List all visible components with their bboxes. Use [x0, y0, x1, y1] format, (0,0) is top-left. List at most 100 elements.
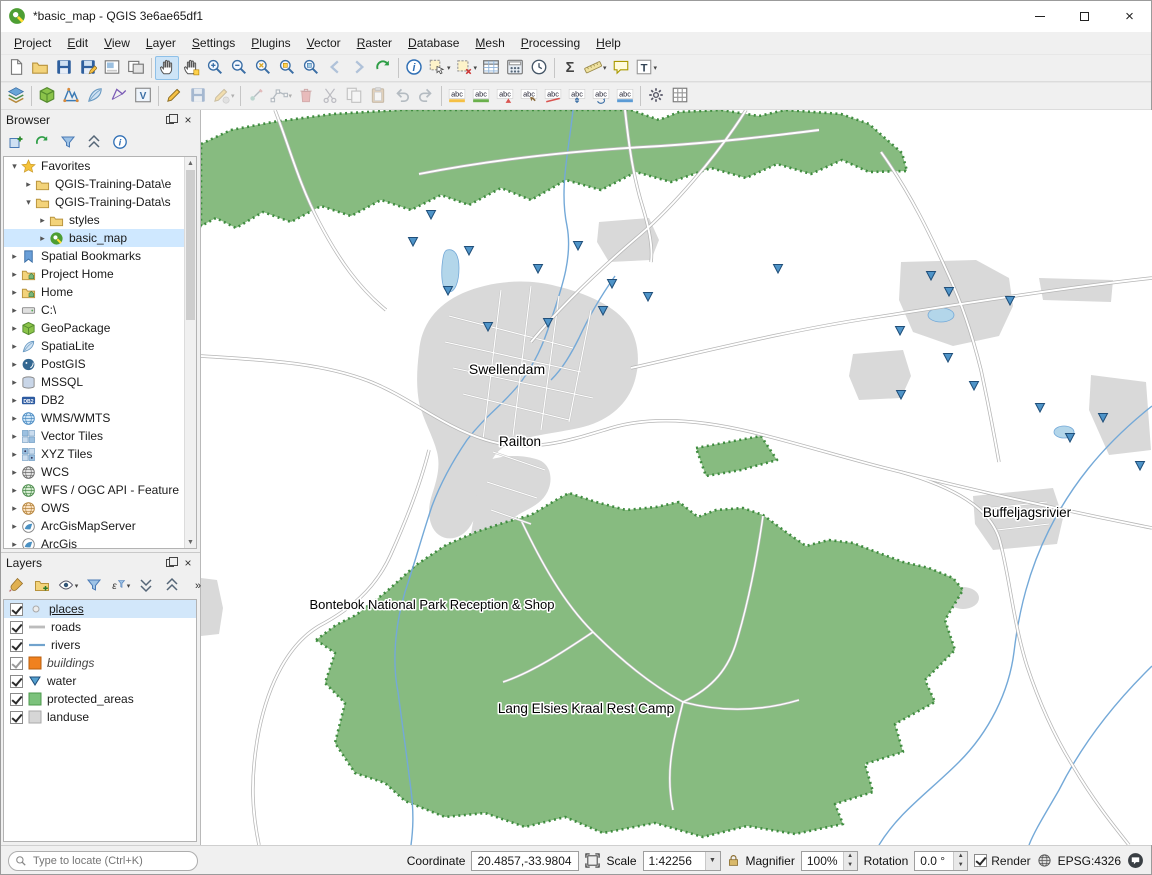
new-spatialite-layer-button[interactable]: [83, 84, 107, 108]
move-label-button[interactable]: abc: [565, 84, 589, 108]
expander-icon[interactable]: ▸: [8, 539, 21, 549]
new-geopackage-layer-button[interactable]: [35, 84, 59, 108]
spin-down-icon[interactable]: ▼: [844, 861, 857, 870]
coordinate-input[interactable]: 20.4857,-33.9804: [471, 851, 579, 871]
deselect-features-button[interactable]: ▾: [453, 56, 480, 80]
expander-icon[interactable]: ▸: [8, 269, 21, 280]
map-svg[interactable]: SwellendamRailtonBontebok National Park …: [201, 110, 1152, 845]
browser-item-xyz-tiles[interactable]: ▸XYZ Tiles: [4, 445, 184, 463]
scrollbar-thumb[interactable]: [186, 170, 195, 320]
scroll-up-icon[interactable]: ▲: [185, 157, 196, 169]
browser-item-home[interactable]: ▸Home: [4, 283, 184, 301]
expander-icon[interactable]: ▸: [22, 179, 35, 190]
expander-icon[interactable]: ▸: [8, 323, 21, 334]
browser-item-basic-map[interactable]: ▸basic_map: [4, 229, 184, 247]
new-print-layout-button[interactable]: [100, 56, 124, 80]
layer-visibility-checkbox[interactable]: [10, 639, 23, 652]
expander-icon[interactable]: ▸: [36, 233, 49, 244]
zoom-to-selection-button[interactable]: [275, 56, 299, 80]
menu-database[interactable]: Database: [400, 34, 467, 52]
menu-settings[interactable]: Settings: [184, 34, 243, 52]
browser-item-ows[interactable]: ▸OWS: [4, 499, 184, 517]
menu-plugins[interactable]: Plugins: [243, 34, 298, 52]
menu-processing[interactable]: Processing: [513, 34, 588, 52]
layers-close-button[interactable]: ×: [182, 557, 194, 569]
expander-icon[interactable]: ▾: [8, 161, 21, 172]
maximize-button[interactable]: [1062, 0, 1107, 32]
expander-icon[interactable]: ▸: [8, 359, 21, 370]
layer-item-landuse[interactable]: landuse: [4, 708, 196, 726]
zoom-to-layer-button[interactable]: [299, 56, 323, 80]
spin-up-icon[interactable]: ▲: [844, 852, 857, 861]
layer-item-rivers[interactable]: rivers: [4, 636, 196, 654]
refresh-browser-button[interactable]: [30, 131, 54, 155]
new-shapefile-layer-button[interactable]: [59, 84, 83, 108]
menu-view[interactable]: View: [96, 34, 138, 52]
pan-map-button[interactable]: [155, 56, 179, 80]
expander-icon[interactable]: ▸: [8, 503, 21, 514]
dropdown-arrow-icon[interactable]: ▾: [474, 64, 478, 72]
minimize-button[interactable]: [1017, 0, 1062, 32]
processing-toolbox-button[interactable]: [644, 84, 668, 108]
select-features-button[interactable]: ▾: [426, 56, 453, 80]
layers-float-button[interactable]: [164, 557, 176, 569]
browser-item-wfs-ogc-api-feature[interactable]: ▸WFS / OGC API - Feature: [4, 481, 184, 499]
collapse-all-button[interactable]: [82, 131, 106, 155]
chevron-down-icon[interactable]: ▼: [705, 852, 720, 870]
dropdown-arrow-icon[interactable]: ▾: [231, 92, 235, 100]
rotation-spinbox[interactable]: 0.0 ° ▲▼: [914, 851, 968, 871]
pin-unpin-labels-button[interactable]: abc: [517, 84, 541, 108]
open-data-source-manager-button[interactable]: [4, 84, 28, 108]
save-project-as-button[interactable]: [76, 56, 100, 80]
change-label-properties-button[interactable]: abc: [613, 84, 637, 108]
expander-icon[interactable]: ▸: [8, 287, 21, 298]
dropdown-arrow-icon[interactable]: ▾: [75, 582, 79, 590]
browser-item-geopackage[interactable]: ▸GeoPackage: [4, 319, 184, 337]
text-annotation-button[interactable]: T▾: [633, 56, 660, 80]
pan-to-selection-button[interactable]: [179, 56, 203, 80]
layer-visibility-checkbox[interactable]: [10, 603, 23, 616]
rotate-label-button[interactable]: abc: [589, 84, 613, 108]
highlight-pinned-labels-button[interactable]: abc: [493, 84, 517, 108]
statistical-summary-button[interactable]: Σ: [558, 56, 582, 80]
add-group-button[interactable]: [30, 574, 54, 598]
menu-layer[interactable]: Layer: [138, 34, 184, 52]
expander-icon[interactable]: ▸: [8, 467, 21, 478]
layer-labeling-options-button[interactable]: abc: [445, 84, 469, 108]
save-project-button[interactable]: [52, 56, 76, 80]
measure-line-button[interactable]: ▾: [582, 56, 609, 80]
browser-item-arcgis[interactable]: ▸ArcGis: [4, 535, 184, 548]
locate-input[interactable]: [31, 854, 181, 868]
browser-item-vector-tiles[interactable]: ▸Vector Tiles: [4, 427, 184, 445]
scroll-down-icon[interactable]: ▼: [185, 536, 196, 548]
open-project-button[interactable]: [28, 56, 52, 80]
layer-visibility-checkbox[interactable]: [10, 621, 23, 634]
browser-item-db2[interactable]: ▸DB2DB2: [4, 391, 184, 409]
expander-icon[interactable]: ▸: [8, 341, 21, 352]
browser-item-wcs[interactable]: ▸WCS: [4, 463, 184, 481]
close-button[interactable]: ×: [1107, 0, 1152, 32]
spin-up-icon[interactable]: ▲: [954, 852, 967, 861]
messages-icon[interactable]: [1127, 852, 1144, 869]
extents-toggle-icon[interactable]: [585, 853, 600, 868]
expander-icon[interactable]: ▸: [8, 449, 21, 460]
expand-all-button[interactable]: [134, 574, 158, 598]
render-check-icon[interactable]: [974, 854, 987, 867]
browser-item-qgis-training-data-s[interactable]: ▾QGIS-Training-Data\s: [4, 193, 184, 211]
menu-edit[interactable]: Edit: [59, 34, 96, 52]
menu-mesh[interactable]: Mesh: [467, 34, 512, 52]
locate-bar[interactable]: [8, 851, 198, 871]
add-selected-layers-button[interactable]: [4, 131, 28, 155]
dropdown-arrow-icon[interactable]: ▾: [603, 64, 607, 72]
filter-browser-button[interactable]: [56, 131, 80, 155]
expander-icon[interactable]: ▸: [8, 377, 21, 388]
layer-item-places[interactable]: places: [4, 600, 196, 618]
expander-icon[interactable]: ▸: [8, 413, 21, 424]
dropdown-arrow-icon[interactable]: ▾: [447, 64, 451, 72]
new-project-button[interactable]: [4, 56, 28, 80]
menu-help[interactable]: Help: [588, 34, 629, 52]
expander-icon[interactable]: ▸: [8, 521, 21, 532]
magnifier-spinbox[interactable]: 100% ▲▼: [801, 851, 858, 871]
zoom-in-button[interactable]: [203, 56, 227, 80]
temporal-controller-button[interactable]: [527, 56, 551, 80]
